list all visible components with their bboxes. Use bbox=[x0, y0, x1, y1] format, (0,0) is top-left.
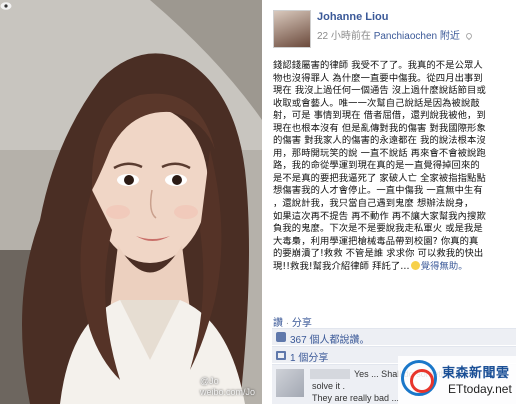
post-line: 收取或會藝人。唯一一次幫自己說話是因為被說敲 bbox=[273, 97, 480, 109]
post-line: 的要崩潰了!救救 不管是誰 求求你 可以救我的快出 bbox=[273, 248, 484, 260]
post-line: 如果這次再不提告 再不動作 再不讓大家幫我內搜欺 bbox=[273, 210, 486, 222]
post-line: 現在也根本沒有 但是亂傳對我的傷害 對我國際形象 bbox=[273, 122, 486, 134]
logo-name-en: ETtoday.net bbox=[448, 382, 512, 396]
photo-watermark: @Jo weibo.com/Jo bbox=[200, 376, 256, 397]
ettoday-logo-mark-icon bbox=[401, 360, 437, 396]
post-line: 的傷害 對我家人的傷害的永遠都在 我的說法根本沒 bbox=[273, 135, 486, 147]
location-pin-icon bbox=[464, 32, 473, 41]
post-header: Johanne Liou 22 小時前在 Panchiaochen 附近 bbox=[268, 4, 520, 54]
post-line: ，還說計我，我只當自己遇到鬼麼 想辦法說身， bbox=[273, 198, 474, 210]
ettoday-logo: 東森新聞雲 ETtoday.net bbox=[398, 356, 520, 404]
post-line-text: 現!!救我!幫我介紹律師 拜託了… bbox=[273, 260, 410, 272]
weibo-icon bbox=[0, 2, 12, 10]
redacted-commenter-name bbox=[310, 369, 350, 379]
portrait-illustration bbox=[0, 0, 262, 404]
feeling-text: 覺得無助。 bbox=[420, 260, 468, 272]
comment-line: solve it . bbox=[312, 381, 346, 391]
post-meta: 22 小時前在 Panchiaochen 附近 bbox=[317, 27, 473, 42]
facebook-post: Johanne Liou 22 小時前在 Panchiaochen 附近 錢認錢… bbox=[268, 0, 520, 404]
post-line-with-emoji: 現!!救我!幫我介紹律師 拜託了… 覺得無助。 bbox=[273, 260, 516, 274]
post-line: 負我的鬼麼。下次是不是要說我走私軍火 或是我是 bbox=[273, 223, 483, 235]
post-line: 射，可是 事情到現在 借者屈借，還判說我被他，到 bbox=[273, 110, 486, 122]
post-line: 想傷害我的人才會停止。一直中傷我 一直無中生有 bbox=[273, 185, 483, 197]
shares-count-text[interactable]: 1 個分享 bbox=[290, 353, 328, 364]
post-line: 物也沒得罪人 為什麼一直要中傷我。從四月出事到 bbox=[273, 72, 483, 84]
post-line: 是不是真的要把我逼死了 家破人亡 全家被指指點點 bbox=[273, 172, 486, 184]
post-time[interactable]: 22 小時前在 bbox=[317, 31, 371, 42]
likes-count-text[interactable]: 367 個人都說讚。 bbox=[290, 335, 369, 346]
post-line: 路，我的命從學運到現在真的是一直覺得掉回來的 bbox=[273, 160, 480, 172]
profile-photo: @Jo weibo.com/Jo bbox=[0, 0, 262, 404]
post-location[interactable]: Panchiaochen 附近 bbox=[374, 31, 460, 42]
likes-summary[interactable]: 367 個人都說讚。 bbox=[272, 328, 516, 346]
post-line: 錢認錢屬害的律師 我受不了了。我真的不是公眾人 bbox=[273, 60, 483, 71]
share-icon bbox=[276, 351, 286, 360]
post-line: 大毒梟，利用學運把槍械毒品帶到校園? 你真的真 bbox=[273, 235, 479, 247]
author-name[interactable]: Johanne Liou bbox=[317, 11, 389, 23]
post-actions: 讚 · 分享 bbox=[273, 314, 312, 329]
thumbs-up-icon bbox=[276, 332, 286, 342]
comment-line: They are really bad ... bbox=[312, 393, 400, 403]
commenter-avatar[interactable] bbox=[276, 369, 304, 397]
logo-name-cn: 東森新聞雲 bbox=[442, 366, 510, 381]
sad-face-emoji-icon bbox=[410, 260, 420, 270]
author-avatar[interactable] bbox=[273, 10, 311, 48]
post-line: 用，那時開玩笑的說 一直不說話 再來會不會被說跑 bbox=[273, 147, 486, 159]
post-line: 現在 我沒上過任何一個通告 沒上過什麼說話節目或 bbox=[273, 85, 486, 97]
post-body: 錢認錢屬害的律師 我受不了了。我真的不是公眾人 物也沒得罪人 為什麼一直要中傷我… bbox=[273, 60, 516, 273]
